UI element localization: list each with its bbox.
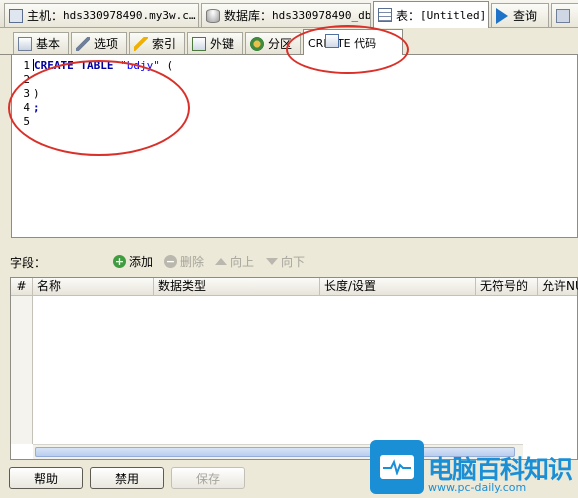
line-number: 4 (23, 101, 30, 114)
move-down-label: 向下 (281, 255, 306, 269)
code-line-3: ) (33, 87, 40, 100)
lightning-icon (134, 36, 148, 51)
line-number: 3 (23, 87, 30, 100)
code-icon (325, 34, 339, 48)
code-line-1: CREATE TABLE "bdjy" ( (33, 59, 173, 73)
tab-database-value: hds330978490_db (272, 9, 371, 22)
column-header-length[interactable]: 长度/设置 (320, 278, 476, 296)
move-down-button[interactable]: 向下 (266, 253, 305, 270)
line-number: 5 (23, 115, 30, 128)
tab-options-label: 选项 (94, 37, 119, 51)
partition-icon (250, 36, 264, 51)
tab-options[interactable]: 选项 (71, 32, 127, 54)
move-up-button[interactable]: 向上 (215, 253, 254, 270)
column-header-name[interactable]: 名称 (33, 278, 154, 296)
basic-icon (18, 36, 32, 51)
keyword-create: CREATE (34, 59, 74, 72)
tab-database-label: 数据库： (224, 9, 273, 23)
save-button[interactable]: 保存 (171, 467, 245, 489)
tab-indexes-label: 索引 (152, 37, 177, 51)
new-tab-button[interactable] (551, 3, 578, 27)
help-button[interactable]: 帮助 (9, 467, 83, 489)
table-name-literal: "bdjy" (120, 59, 160, 72)
document-tab-bar: 主机： hds330978490.my3w.c… 数据库： hds3309784… (0, 0, 578, 28)
tab-table-label: 表： (396, 8, 421, 23)
tab-table-value: [Untitled] (420, 8, 487, 22)
watermark-url: www.pc-daily.com (428, 481, 527, 494)
tab-foreign-keys-label: 外键 (210, 37, 235, 51)
wrench-icon (76, 36, 90, 51)
fields-toolbar: 字段： + 添加 − 删除 向上 向下 (0, 250, 578, 272)
tab-create-code[interactable]: CREATE 代码 (303, 29, 403, 55)
tab-partitions-label: 分区 (268, 37, 293, 51)
tab-host-value: hds330978490.my3w.c… (63, 9, 196, 22)
tab-create-code-label: CREATE 代码 (308, 36, 377, 50)
database-icon (206, 8, 220, 23)
column-header-allow-null[interactable]: 允许NU (538, 278, 578, 296)
tab-foreign-keys[interactable]: 外键 (187, 32, 243, 54)
arrow-down-icon (266, 258, 278, 265)
disable-button[interactable]: 禁用 (90, 467, 164, 489)
arrow-up-icon (215, 258, 227, 265)
add-icon: + (113, 255, 126, 268)
move-up-label: 向上 (230, 255, 255, 269)
tab-table[interactable]: 表： [Untitled] (373, 1, 489, 28)
code-line-4: ; (33, 101, 40, 114)
column-header-number[interactable]: # (11, 278, 33, 296)
table-icon (378, 8, 392, 22)
tab-basic[interactable]: 基本 (13, 32, 69, 54)
fields-grid[interactable]: # 名称 数据类型 长度/设置 无符号的 允许NU (10, 277, 578, 460)
tab-query-label: 查询 (513, 9, 538, 23)
tab-basic-label: 基本 (36, 37, 61, 51)
add-field-label: 添加 (129, 255, 154, 269)
tab-database[interactable]: 数据库： hds330978490_db (201, 3, 371, 27)
column-header-unsigned[interactable]: 无符号的 (476, 278, 538, 296)
tab-host-label: 主机： (27, 9, 64, 23)
tab-query[interactable]: 查询 (491, 3, 549, 27)
new-tab-icon (556, 8, 570, 23)
delete-field-label: 删除 (180, 255, 205, 269)
add-field-button[interactable]: + 添加 (113, 253, 153, 270)
line-number: 2 (23, 73, 30, 86)
delete-field-button[interactable]: − 删除 (164, 253, 204, 270)
remove-icon: − (164, 255, 177, 268)
row-header-column (11, 296, 33, 444)
fields-label: 字段： (10, 256, 47, 270)
sql-code[interactable]: CREATE TABLE "bdjy" ( ) ; (33, 59, 173, 129)
tab-partitions[interactable]: 分区 (245, 32, 301, 54)
host-icon (9, 8, 23, 23)
sql-editor[interactable]: 1 2 3 4 5 CREATE TABLE "bdjy" ( ) ; (11, 55, 578, 238)
grid-header: # 名称 数据类型 长度/设置 无符号的 允许NU (11, 278, 578, 296)
monitor-icon (380, 455, 414, 479)
foreign-key-icon (192, 36, 206, 51)
tab-indexes[interactable]: 索引 (129, 32, 185, 54)
tab-host[interactable]: 主机： hds330978490.my3w.c… (4, 3, 199, 27)
line-number: 1 (23, 59, 30, 72)
open-paren: ( (166, 59, 174, 72)
query-play-icon (496, 7, 508, 24)
line-number-gutter: 1 2 3 4 5 (12, 59, 32, 129)
watermark-logo (370, 440, 424, 494)
table-editor-tabs: 基本 选项 索引 外键 分区 CREATE 代码 (0, 28, 578, 55)
column-header-datatype[interactable]: 数据类型 (154, 278, 320, 296)
keyword-table: TABLE (80, 59, 114, 72)
